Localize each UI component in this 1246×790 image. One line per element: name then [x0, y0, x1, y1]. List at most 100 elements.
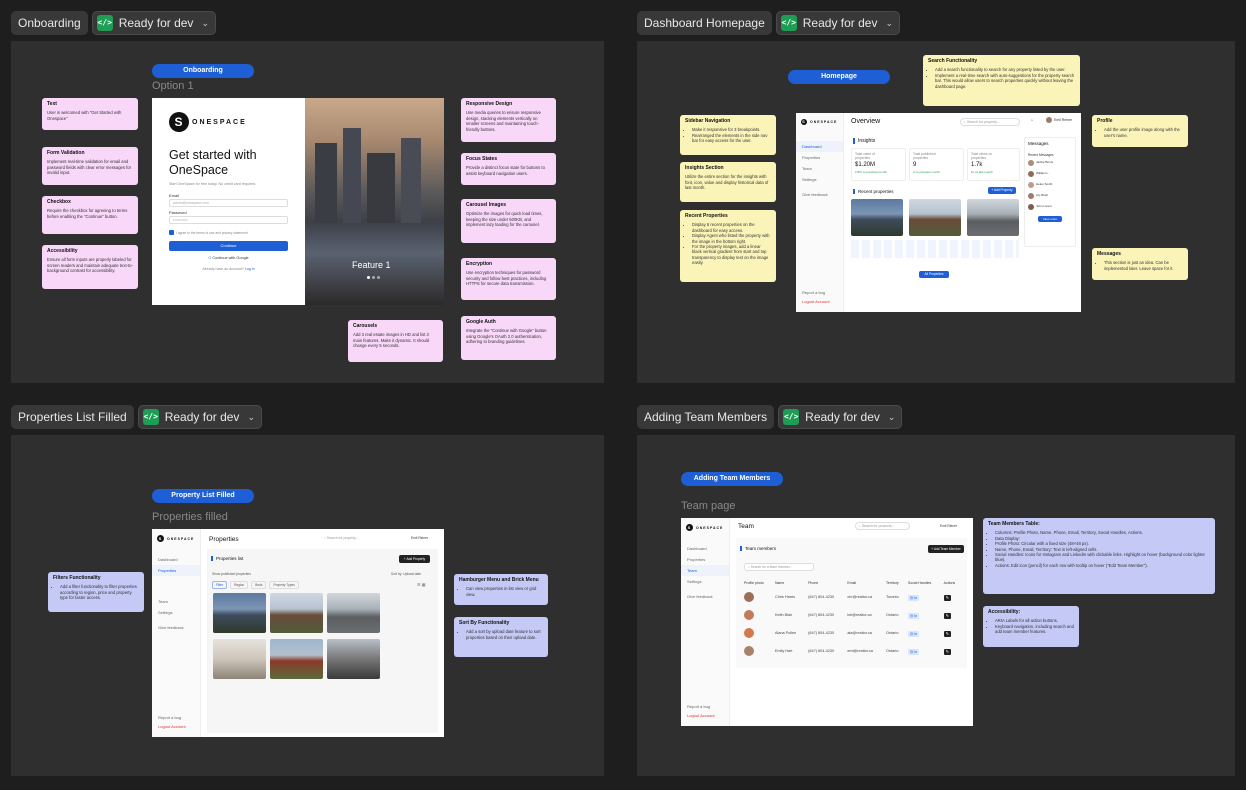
sidebar-item-team[interactable]: Team	[796, 163, 843, 174]
profile-menu[interactable]: Emil Reiner	[411, 536, 428, 540]
social-icons[interactable]: ◎ in	[907, 630, 920, 637]
beds-filter[interactable]: Beds	[251, 581, 267, 589]
section-title[interactable]: Dashboard Homepage	[637, 11, 772, 35]
carousel-image[interactable]: Feature 1	[305, 98, 444, 305]
brand-logo: S ONESPACE	[686, 524, 724, 531]
search-input[interactable]: ⌕ Search for property...	[324, 536, 379, 543]
properties-frame: S ONESPACE Dashboard Properties Team Sett…	[152, 529, 444, 737]
sidebar-item-team[interactable]: Team	[152, 596, 200, 607]
sidebar-item-dashboard[interactable]: Dashboard	[681, 543, 729, 554]
edit-icon[interactable]: ✎	[943, 612, 951, 619]
edit-icon[interactable]: ✎	[943, 630, 951, 637]
avatar	[1028, 171, 1034, 177]
all-properties-button[interactable]: All Properties	[919, 271, 949, 278]
skyline	[343, 128, 361, 223]
members-container: Team members + Add Team Member ⌕ Search …	[736, 538, 967, 668]
section-title[interactable]: Properties List Filled	[11, 405, 134, 429]
property-card[interactable]	[270, 593, 323, 633]
status-dropdown[interactable]: </> Ready for dev ⌄	[137, 405, 262, 429]
property-list-badge: Property List Filled	[152, 489, 254, 503]
carousel-dots[interactable]	[367, 276, 380, 279]
note-form-validation: Form Validation Implement real-time valid…	[42, 147, 138, 185]
insights-title: Insights	[853, 138, 875, 144]
sidebar-item-settings[interactable]: Settings	[681, 576, 729, 587]
view-more-button[interactable]: View more	[1038, 216, 1062, 222]
sidebar-item-feedback[interactable]: Give feedback	[681, 591, 729, 602]
logo-icon: S	[157, 535, 164, 542]
note-profile: ProfileAdd the user profile image along …	[1092, 115, 1188, 147]
property-card[interactable]	[213, 639, 266, 679]
stat-card-2: Total published properties 9 2 vs previo…	[909, 148, 964, 181]
email-field[interactable]: admin@onespace.com	[169, 199, 288, 207]
message-item[interactable]: Helen Smith	[1028, 182, 1072, 188]
sidebar-item-dashboard[interactable]: Dashboard	[152, 554, 200, 565]
stat-card-1: Total value of properties $1.20M 2.8% vs…	[851, 148, 906, 181]
message-item[interactable]: Jackie Burns	[1028, 160, 1072, 166]
terms-checkbox-row[interactable]: I agree to the terms of use and privacy …	[169, 230, 288, 235]
sidebar-item-properties[interactable]: Properties	[681, 554, 729, 565]
skyline	[401, 138, 421, 223]
avatar	[1028, 160, 1034, 166]
property-card[interactable]	[213, 593, 266, 633]
sidebar-item-dashboard[interactable]: Dashboard	[796, 141, 843, 152]
sidebar-item-settings[interactable]: Settings	[796, 174, 843, 185]
property-card[interactable]	[967, 199, 1019, 236]
note-accessibility: Accessibility:ARIA Labels for all action…	[983, 606, 1079, 647]
property-card[interactable]	[327, 639, 380, 679]
brand-logo: S ONESPACE	[801, 119, 838, 125]
add-property-button[interactable]: + Add Property	[399, 555, 430, 563]
edit-icon[interactable]: ✎	[943, 648, 951, 655]
region-filter[interactable]: Region	[230, 581, 249, 589]
member-search-input[interactable]: ⌕ Search for a team member...	[744, 563, 814, 571]
brand-logo: S ONESPACE	[169, 112, 288, 132]
sidebar-item-properties[interactable]: Properties	[796, 152, 843, 163]
message-item[interactable]: John Lorem	[1028, 204, 1072, 210]
sidebar-item-settings[interactable]: Settings	[152, 607, 200, 618]
email-label: Email	[169, 193, 180, 198]
signup-frame: S ONESPACE Get started with OneSpace Star…	[152, 98, 444, 305]
login-link[interactable]: Log in	[245, 267, 255, 271]
property-card[interactable]	[851, 199, 903, 236]
property-card[interactable]	[327, 593, 380, 633]
skyline	[315, 143, 337, 223]
sort-by-dropdown[interactable]: Sort by: Upload date	[391, 572, 421, 576]
search-input[interactable]: ⌕ Search for property...	[960, 118, 1020, 126]
message-item[interactable]: William L.	[1028, 171, 1072, 177]
profile-menu[interactable]: Emil Reiner	[1046, 117, 1072, 123]
checkbox[interactable]	[169, 230, 174, 235]
filter-button[interactable]: Filter	[212, 581, 228, 589]
logout-link[interactable]: Logout Account	[681, 710, 721, 721]
continue-button[interactable]: Continue	[169, 241, 288, 251]
status-dropdown[interactable]: </> Ready for dev ⌄	[775, 11, 901, 35]
property-card[interactable]	[909, 199, 961, 236]
edit-icon[interactable]: ✎	[943, 594, 951, 601]
section-title[interactable]: Adding Team Members	[637, 405, 775, 429]
sidebar-item-team[interactable]: Team	[681, 565, 729, 576]
property-tags	[851, 240, 1019, 258]
published-toggle[interactable]: Show published properties	[212, 572, 251, 576]
search-input[interactable]: ⌕ Search for products...	[855, 522, 910, 530]
google-button[interactable]: G Continue with Google	[169, 254, 288, 263]
profile-menu[interactable]: Emil Reiner	[940, 524, 957, 528]
status-dropdown[interactable]: </> Ready for dev ⌄	[778, 405, 903, 429]
message-item[interactable]: Lily Bush	[1028, 193, 1072, 199]
sidebar-item-feedback[interactable]: Give feedback	[152, 622, 200, 633]
logout-link[interactable]: Logout Account	[796, 296, 836, 307]
note-hamburger-brick-menu: Hamburger Menu and Brick MenuCan view pr…	[454, 574, 548, 605]
view-toggle[interactable]: ☰ ▦	[417, 582, 425, 587]
sidebar-item-feedback[interactable]: Give feedback	[796, 189, 843, 200]
password-field[interactable]: ••••••••••••	[169, 216, 288, 224]
add-team-member-button[interactable]: + Add Team Member	[928, 545, 964, 553]
property-type-filter[interactable]: Property Types	[269, 581, 299, 589]
social-icons[interactable]: ◎ in	[907, 612, 920, 619]
sidebar-item-properties[interactable]: Properties	[152, 565, 200, 576]
add-property-button[interactable]: + Add Property	[988, 187, 1016, 194]
social-icons[interactable]: ◎ in	[907, 594, 920, 601]
notification-icon[interactable]: ◔	[1030, 118, 1033, 124]
status-dropdown[interactable]: </> Ready for dev ⌄	[91, 11, 216, 35]
note-carousel-images: Carousel Images Optimize the images for q…	[461, 199, 556, 243]
section-title[interactable]: Onboarding	[11, 11, 88, 35]
property-card[interactable]	[270, 639, 323, 679]
logout-link[interactable]: Logout Account	[152, 721, 192, 732]
social-icons[interactable]: ◎ in	[907, 648, 920, 655]
